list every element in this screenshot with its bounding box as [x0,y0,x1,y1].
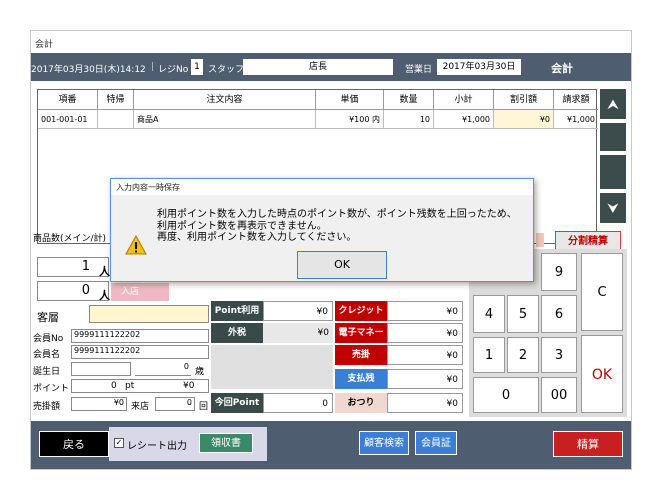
cell-no[interactable]: 001-001-01 [38,110,98,129]
warning-icon [125,235,147,255]
points-yen: ¥0 [183,381,195,391]
tax-value: ¥0 [263,323,333,343]
settle-button[interactable]: 精算 [553,431,623,457]
visits-label: 来店 [131,402,150,412]
key-clear[interactable]: C [581,253,623,331]
scroll-up-button[interactable]: ⮝ [600,89,626,119]
window-title: 会計 [31,31,631,53]
key-3[interactable]: 3 [541,337,577,373]
key-00[interactable]: 00 [541,377,577,413]
key-2[interactable]: 2 [507,337,539,373]
birthday-label: 誕生日 [33,367,61,377]
sales-field: ¥0 [71,397,127,411]
receipt-checkbox[interactable]: ✓ [114,438,124,448]
cell-subtotal[interactable]: ¥1,000 [434,110,494,129]
key-9[interactable]: 9 [541,253,577,291]
enter-store-button[interactable]: 入店 [111,283,169,301]
customer-tier-field[interactable] [89,305,209,323]
change-value: ¥0 [387,393,463,413]
col-header-price: 単価 [316,90,384,110]
col-header-total: 請求額 [554,90,598,110]
key-1[interactable]: 1 [473,337,505,373]
col-header-no: 項番 [38,90,98,110]
message-dialog: 入力内容一時保存 利用ポイント数を入力した時点のポイント数が、ポイント残数を上回… [110,178,534,282]
customer-tier-label: 客層 [37,311,59,324]
credit-value[interactable]: ¥0 [387,301,463,321]
col-header-discount: 割引額 [494,90,554,110]
business-day-label: 営業日 [405,65,433,75]
birthday-field[interactable] [71,362,131,376]
dialog-body: 利用ポイント数を入力した時点のポイント数が、ポイント残数を上回ったため、 利用ポ… [111,195,533,281]
cell-special[interactable] [98,110,134,129]
payment-spacer [211,345,333,389]
key-6[interactable]: 6 [541,295,577,333]
paid-remaining-value: ¥0 [387,369,463,389]
col-header-item: 注文内容 [134,90,316,110]
receivable-value[interactable]: ¥0 [387,345,463,365]
back-button[interactable]: 戻る [39,431,109,457]
customer-search-button[interactable]: 顧客検索 [359,431,409,455]
points-value: 0 [111,381,117,391]
chevron-down-icon: ⮟ [607,201,619,215]
change-label: おつり [335,393,387,413]
key-0[interactable]: 0 [473,377,539,413]
point-use-label: Point利用 [211,301,263,321]
this-point-label: 今回Point [211,393,263,413]
member-no-field[interactable]: 9999111122202 [71,329,209,343]
age-field: 0 [135,362,191,376]
scroll-track-lower[interactable] [600,155,626,189]
business-day: 2017年03月30日 [437,59,521,75]
product-count-label: 商品数(メイン/計) [33,234,107,244]
member-card-button[interactable]: 会員証 [415,431,457,455]
dialog-line-3: 再度、利用ポイント数を入力してください。 [157,232,357,243]
member-no-label: 会員No [33,334,64,344]
key-4[interactable]: 4 [473,295,505,333]
member-name-label: 会員名 [33,350,61,360]
scroll-track-upper[interactable] [600,123,626,151]
datetime: 2017年03月30日(木)14:12 [31,65,146,75]
visits-unit: 回 [199,402,209,412]
guest-unit-1: 人 [99,265,110,278]
cell-price[interactable]: ¥100 内 [316,110,384,129]
paid-remaining-label: 支払残 [335,369,387,389]
receipt-output-label: レシート出力 [127,441,187,452]
key-ok[interactable]: OK [581,335,623,413]
staff-name: 店長 [243,59,393,75]
emoney-label[interactable]: 電子マネー [335,323,387,343]
point-use-value[interactable]: ¥0 [263,301,333,321]
col-header-special: 特帰 [98,90,134,110]
scroll-down-button[interactable]: ⮟ [600,193,626,223]
cell-qty[interactable]: 10 [384,110,434,129]
points-label: ポイント [33,384,70,394]
register-label: レジNo [158,65,189,75]
emoney-value[interactable]: ¥0 [387,323,463,343]
chevron-up-icon: ⮝ [607,97,619,111]
staff-label: スタッフ [208,65,245,75]
top-info-bar: 2017年03月30日(木)14:12 | レジNo 1 スタッフ 店長 営業日… [31,53,631,81]
register-no: 1 [191,59,203,75]
bottom-bar: 戻る ✓ レシート出力 領収書 顧客検索 会員証 精算 [31,421,631,469]
tax-label: 外税 [211,323,263,343]
dialog-ok-button[interactable]: OK [297,251,387,279]
sales-label: 売掛額 [33,402,61,412]
col-header-subtotal: 小計 [434,90,494,110]
cell-item[interactable]: 商品A [134,110,316,129]
dialog-title: 入力内容一時保存 [111,179,533,195]
col-header-qty: 数量 [384,90,434,110]
key-5[interactable]: 5 [507,295,539,333]
credit-label[interactable]: クレジット [335,301,387,321]
points-unit: pt [125,381,135,391]
split-payment-button[interactable]: 分割精算 [555,231,621,251]
screen-name: 会計 [551,62,573,75]
split-indicator [536,233,544,247]
ryoshusho-button[interactable]: 領収書 [199,433,253,453]
cell-total[interactable]: ¥1,000 [554,110,598,129]
this-point-value: 0 [263,393,333,413]
member-name-field[interactable]: 9999111122202 [71,345,209,359]
age-unit: 歳 [195,367,205,377]
visits-field: 0 [155,397,195,411]
receivable-label[interactable]: 売掛 [335,345,387,365]
guest-unit-2: 人 [99,289,110,302]
cell-discount[interactable]: ¥0 [494,110,554,129]
